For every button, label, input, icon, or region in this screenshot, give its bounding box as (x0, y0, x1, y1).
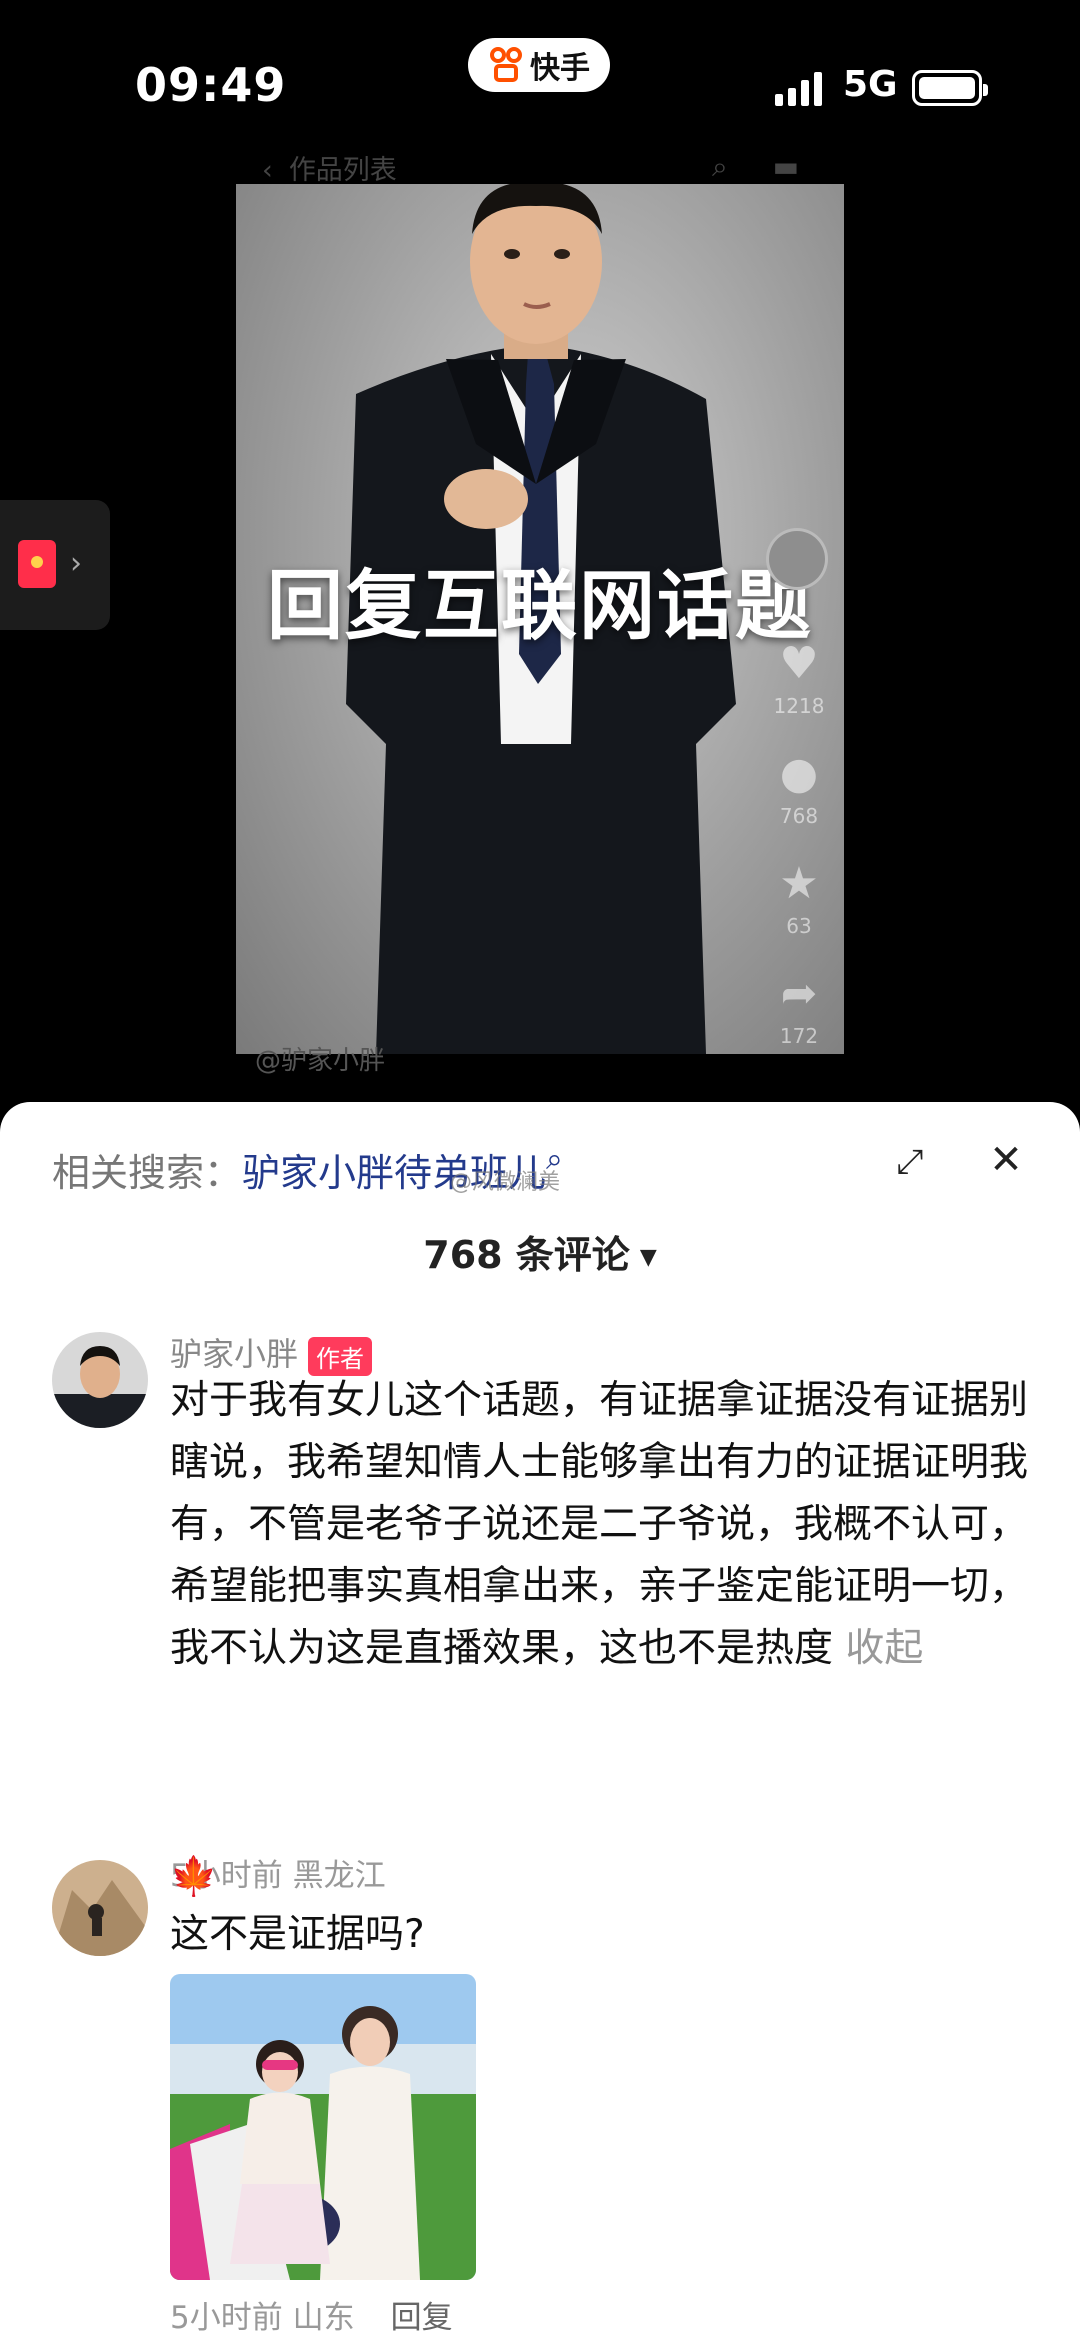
favorite-action[interactable]: ★ 63 (764, 858, 834, 939)
comment-photo-image (170, 1974, 476, 2280)
comment-body: 这不是证据吗? (170, 1912, 425, 1957)
red-packet-tab[interactable]: › (0, 500, 110, 630)
maple-leaf-name[interactable]: 🍁 (170, 1854, 217, 1899)
avatar[interactable] (52, 1332, 148, 1428)
red-envelope-icon (18, 540, 56, 588)
avatar[interactable] (52, 1860, 148, 1956)
status-time: 09:49 (135, 58, 287, 112)
share-action[interactable]: ➦ 172 (764, 968, 834, 1049)
share-arrow-icon: ➦ (780, 968, 818, 1019)
comment-author[interactable]: 驴家小胖 作者 (170, 1329, 373, 1376)
creator-avatar[interactable] (766, 528, 828, 590)
back-icon[interactable]: ‹ (262, 155, 273, 186)
close-icon[interactable]: ✕ (984, 1138, 1028, 1182)
works-list-title: 作品列表 (288, 155, 397, 186)
comments-sheet: 相关搜索：驴家小胖待弟班儿⌕ @风微澜美 ⤢ ✕ 768 条评论 ▼ 驴家小胖 作者… (0, 1102, 1080, 2348)
share-count: 172 (779, 1024, 819, 1048)
watermark: @风微澜美 (450, 1170, 561, 1195)
comment-photo[interactable] (170, 1974, 476, 2280)
favorite-count: 63 (786, 914, 812, 938)
comment-bubble-icon: ● (779, 748, 819, 799)
signal-icon (775, 70, 825, 106)
comment-text: 对于我有女儿这个话题，有证据拿证据没有证据别瞎说，我希望知情人士能够拿出有力的证… (170, 1370, 1040, 1680)
network-type: 5G (843, 64, 898, 105)
dropdown-triangle-icon: ▼ (639, 1245, 657, 1270)
battery-icon (912, 70, 988, 106)
expand-icon[interactable]: ⤢ (888, 1140, 932, 1184)
video-player[interactable]: 回复互联网话题 (236, 184, 844, 1054)
video-overlay-title: 回复互联网话题 (267, 561, 813, 650)
comment-action[interactable]: ● 768 (764, 748, 834, 829)
comment-count: 768 (779, 804, 819, 828)
app-name: 快手 (530, 51, 590, 86)
video-author-handle[interactable]: @驴家小胖 (255, 1040, 385, 1077)
comment-count-header[interactable]: 768 条评论 ▼ (0, 1224, 1080, 1279)
avatar-image (52, 1332, 148, 1428)
chevron-right-icon: › (70, 546, 82, 581)
comment-text: 这不是证据吗? (170, 1904, 1040, 1966)
search-icon[interactable]: ⌕ (712, 150, 728, 183)
avatar-image (52, 1860, 148, 1956)
collapse-link[interactable]: 收起 (845, 1626, 923, 1671)
comment-author-name: 驴家小胖 (170, 1335, 299, 1373)
works-list-header: ‹ 作品列表 (262, 148, 397, 187)
app-pill[interactable]: 快手 (468, 38, 610, 92)
reply-button[interactable]: 回复 (391, 2300, 453, 2336)
heart-icon: ♥ (779, 638, 819, 689)
like-count: 1218 (773, 694, 825, 718)
tv-icon[interactable]: ▬ (773, 150, 799, 183)
comment-time-location: 5小时前 山东 (170, 2300, 355, 2336)
star-icon: ★ (779, 858, 819, 909)
kuaishou-logo-icon (488, 47, 524, 83)
comment-meta: 5小时前 山东 回复 (170, 2292, 453, 2337)
related-search-label: 相关搜索： (52, 1151, 243, 1195)
header-icons: ⌕ ▬ (712, 150, 799, 184)
comment-count-label: 768 条评论 (423, 1233, 630, 1277)
like-action[interactable]: ♥ 1218 (764, 638, 834, 719)
status-bar: 09:49 快手 5G (0, 0, 1080, 150)
